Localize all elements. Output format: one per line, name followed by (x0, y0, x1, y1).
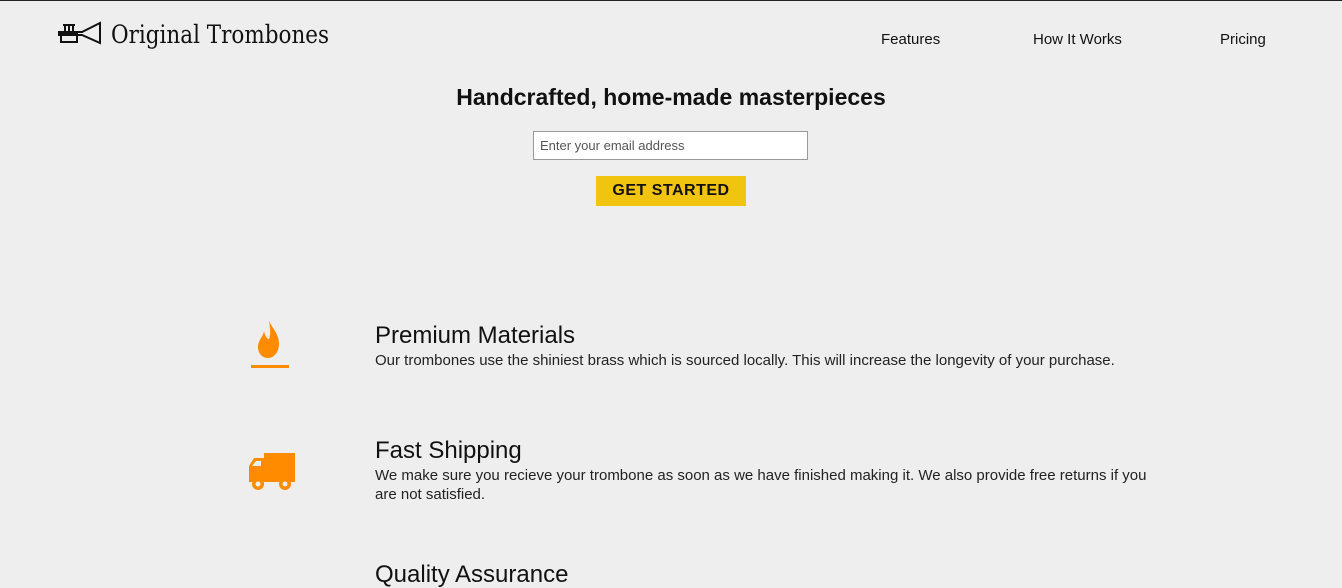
truck-icon (248, 452, 296, 496)
nav-link-features[interactable]: Features (881, 31, 940, 48)
feature-title: Fast Shipping (375, 437, 522, 464)
feature-description: We make sure you recieve your trombone a… (375, 467, 1147, 503)
email-input[interactable] (533, 131, 808, 160)
brand-name: Original Trombones (111, 19, 330, 49)
trumpet-icon (58, 21, 101, 45)
brand-logo[interactable]: Original Trombones (58, 19, 365, 49)
feature-description: Our trombones use the shiniest brass whi… (375, 352, 1115, 369)
nav-link-how-it-works[interactable]: How It Works (1033, 31, 1122, 48)
fire-icon (250, 320, 290, 374)
nav-link-pricing[interactable]: Pricing (1220, 31, 1266, 48)
feature-title: Premium Materials (375, 322, 576, 349)
hero-title: Handcrafted, home-made masterpieces (456, 84, 886, 110)
get-started-button[interactable]: GET STARTED (596, 176, 746, 206)
feature-title: Quality Assurance (375, 561, 569, 588)
